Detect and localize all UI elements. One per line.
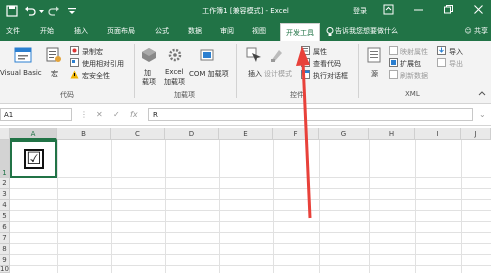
arrow-head <box>296 46 310 66</box>
arrow-shaft <box>301 61 312 219</box>
annotation-arrow <box>296 46 312 219</box>
